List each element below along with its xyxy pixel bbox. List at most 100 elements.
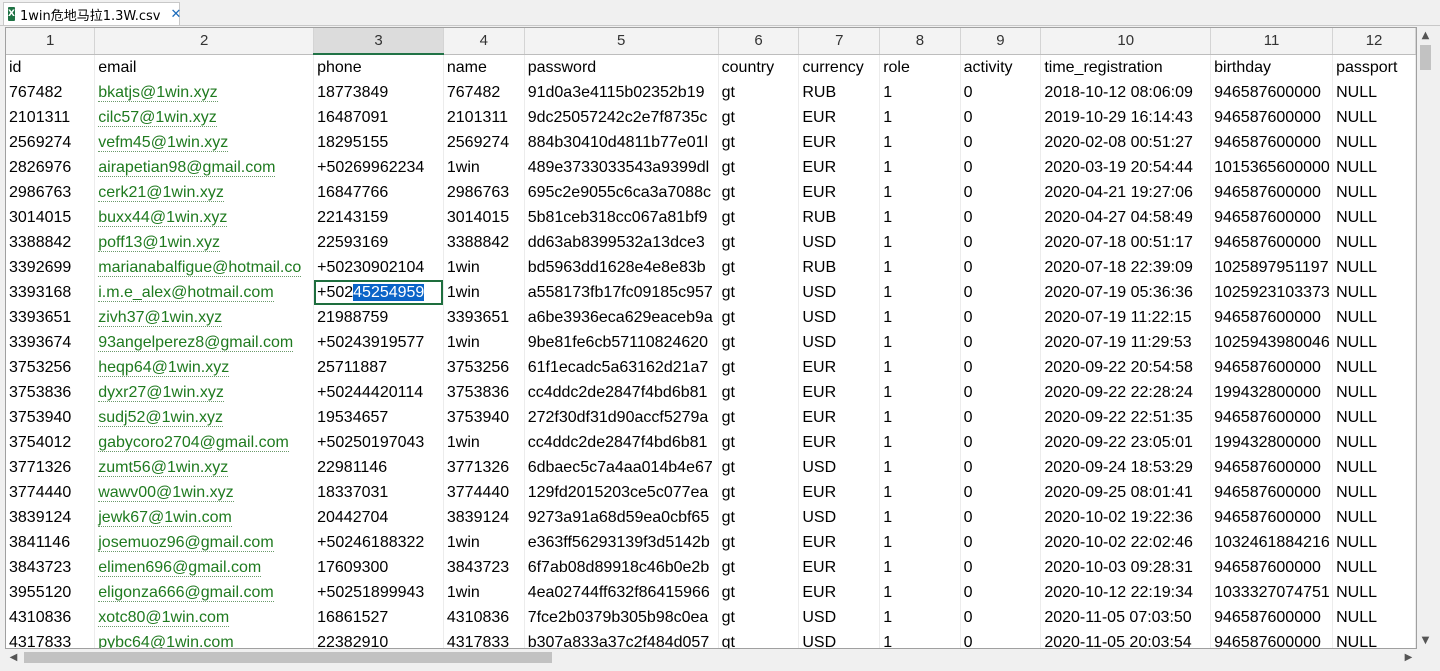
table-cell[interactable]: 2826976 (6, 155, 96, 180)
header-cell[interactable]: time_registration (1040, 54, 1212, 80)
table-cell[interactable]: NULL (1332, 380, 1416, 405)
table-cell[interactable]: 2569274 (6, 130, 96, 155)
header-cell[interactable]: name (443, 54, 525, 80)
table-cell[interactable]: NULL (1332, 205, 1416, 230)
table-cell[interactable]: RUB (798, 80, 881, 105)
table-cell[interactable]: +50244420114 (313, 380, 444, 405)
table-cell[interactable]: 3388842 (443, 230, 525, 255)
table-cell[interactable]: 16847766 (313, 180, 444, 205)
table-cell[interactable]: +50250197043 (313, 430, 444, 455)
table-cell[interactable]: 0 (960, 255, 1042, 280)
column-number[interactable]: 5 (524, 28, 719, 55)
table-cell[interactable]: 767482 (443, 80, 525, 105)
table-cell[interactable]: 2018-10-12 08:06:09 (1040, 80, 1212, 105)
table-cell[interactable]: 25711887 (313, 355, 444, 380)
column-number[interactable]: 2 (94, 28, 315, 55)
column-number[interactable]: 3 (313, 28, 444, 55)
table-cell[interactable]: +50251899943 (313, 580, 444, 605)
table-cell[interactable]: 1 (879, 305, 961, 330)
table-cell[interactable]: 0 (960, 630, 1042, 648)
table-cell[interactable]: e363ff56293139f3d5142b (524, 530, 719, 555)
scroll-down-icon[interactable]: ▼ (1417, 632, 1434, 649)
table-cell[interactable]: 1win (443, 430, 525, 455)
table-cell[interactable]: NULL (1332, 105, 1416, 130)
table-cell[interactable]: 17609300 (313, 555, 444, 580)
table-cell[interactable]: buxx44@1win.xyz (94, 205, 315, 230)
table-cell[interactable]: 2569274 (443, 130, 525, 155)
table-cell[interactable]: NULL (1332, 155, 1416, 180)
table-cell[interactable]: gt (718, 180, 800, 205)
header-cell[interactable]: passport (1332, 54, 1416, 80)
table-cell[interactable]: USD (798, 605, 881, 630)
table-cell[interactable]: vefm45@1win.xyz (94, 130, 315, 155)
table-cell[interactable]: gt (718, 580, 800, 605)
column-number[interactable]: 7 (798, 28, 881, 55)
table-cell[interactable]: 1 (879, 130, 961, 155)
table-cell[interactable]: 6f7ab08d89918c46b0e2b (524, 555, 719, 580)
table-cell[interactable]: 0 (960, 530, 1042, 555)
table-cell[interactable]: NULL (1332, 130, 1416, 155)
table-cell[interactable]: 1 (879, 105, 961, 130)
table-cell[interactable]: 1 (879, 180, 961, 205)
table-cell[interactable]: gt (718, 105, 800, 130)
table-cell[interactable]: gt (718, 155, 800, 180)
table-cell[interactable]: bkatjs@1win.xyz (94, 80, 315, 105)
table-cell[interactable]: 3753940 (443, 405, 525, 430)
table-cell[interactable]: heqp64@1win.xyz (94, 355, 315, 380)
table-cell[interactable]: 0 (960, 480, 1042, 505)
table-cell[interactable]: 2020-09-25 08:01:41 (1040, 480, 1212, 505)
table-cell[interactable]: EUR (798, 180, 881, 205)
table-cell[interactable]: gt (718, 230, 800, 255)
table-cell[interactable]: 0 (960, 580, 1042, 605)
table-cell[interactable]: 1win (443, 280, 525, 305)
table-cell[interactable]: EUR (798, 430, 881, 455)
header-cell[interactable]: email (94, 54, 315, 80)
table-cell[interactable]: 4ea02744ff632f86415966 (524, 580, 719, 605)
table-cell[interactable]: 2019-10-29 16:14:43 (1040, 105, 1212, 130)
table-cell[interactable]: elimen696@gmail.com (94, 555, 315, 580)
table-cell[interactable]: 1 (879, 580, 961, 605)
table-cell[interactable]: 2020-10-02 22:02:46 (1040, 530, 1212, 555)
table-cell[interactable]: NULL (1332, 605, 1416, 630)
column-number[interactable]: 9 (960, 28, 1042, 55)
table-cell[interactable]: 61f1ecadc5a63162d21a7 (524, 355, 719, 380)
table-cell[interactable]: 3839124 (6, 505, 96, 530)
table-cell[interactable]: 3753940 (6, 405, 96, 430)
table-cell[interactable]: 3393651 (6, 305, 96, 330)
column-number[interactable]: 11 (1210, 28, 1334, 55)
table-cell[interactable]: 946587600000 (1210, 130, 1334, 155)
table-cell[interactable]: 3774440 (443, 480, 525, 505)
table-cell[interactable]: 3753836 (443, 380, 525, 405)
table-cell[interactable]: RUB (798, 205, 881, 230)
table-cell[interactable]: gt (718, 80, 800, 105)
table-cell[interactable]: 0 (960, 330, 1042, 355)
table-cell[interactable]: 18337031 (313, 480, 444, 505)
table-cell[interactable]: 16487091 (313, 105, 444, 130)
table-cell[interactable]: 22143159 (313, 205, 444, 230)
table-cell[interactable]: USD (798, 505, 881, 530)
table-cell[interactable]: EUR (798, 480, 881, 505)
table-cell[interactable]: 3014015 (443, 205, 525, 230)
table-cell[interactable]: 884b30410d4811b77e01l (524, 130, 719, 155)
table-cell[interactable]: sudj52@1win.xyz (94, 405, 315, 430)
table-cell[interactable]: bd5963dd1628e4e8e83b (524, 255, 719, 280)
table-cell[interactable]: 21988759 (313, 305, 444, 330)
table-cell[interactable]: gt (718, 305, 800, 330)
table-cell[interactable]: 3753256 (6, 355, 96, 380)
table-cell[interactable]: +50246188322 (313, 530, 444, 555)
table-cell[interactable]: EUR (798, 580, 881, 605)
table-cell[interactable]: 1015365600000 (1210, 155, 1334, 180)
table-cell[interactable]: RUB (798, 255, 881, 280)
table-cell[interactable]: 2101311 (6, 105, 96, 130)
file-tab[interactable]: X 1win危地马拉1.3W.csv ✕ (3, 2, 181, 25)
table-cell[interactable]: 1win (443, 330, 525, 355)
scroll-left-icon[interactable]: ◀ (5, 649, 22, 666)
table-cell[interactable]: 2020-09-22 22:28:24 (1040, 380, 1212, 405)
table-cell[interactable]: 1 (879, 530, 961, 555)
table-cell[interactable]: 3392699 (6, 255, 96, 280)
table-cell[interactable]: 2020-11-05 20:03:54 (1040, 630, 1212, 648)
table-cell[interactable]: dd63ab8399532a13dce3 (524, 230, 719, 255)
table-cell[interactable]: 4317833 (6, 630, 96, 648)
table-cell[interactable]: 3771326 (6, 455, 96, 480)
table-cell[interactable]: 2020-04-21 19:27:06 (1040, 180, 1212, 205)
